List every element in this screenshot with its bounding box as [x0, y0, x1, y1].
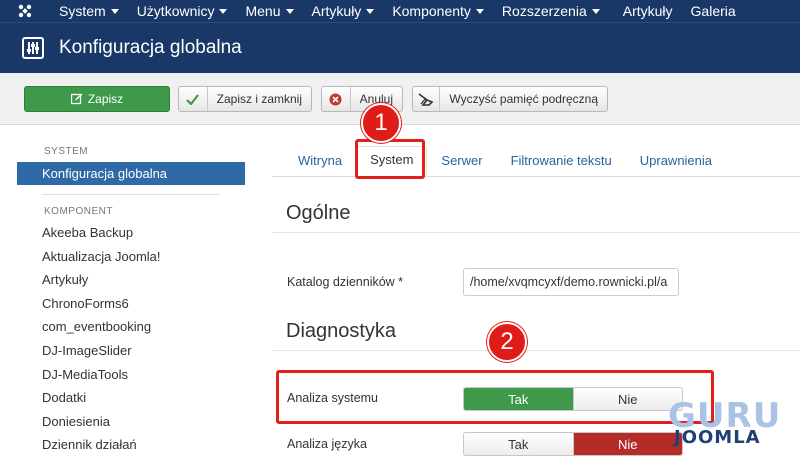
nav-articles-link[interactable]: Artykuły [609, 0, 682, 22]
tab-server[interactable]: Serwer [427, 146, 496, 176]
nav-menu[interactable]: Menu [236, 0, 302, 22]
nav-label: Galeria [690, 3, 736, 19]
sidebar-item[interactable]: Doniesienia [17, 410, 245, 434]
nav-label: Artykuły [311, 3, 362, 19]
tab-text-filters[interactable]: Filtrowanie tekstu [497, 146, 626, 176]
broom-icon [413, 87, 441, 111]
tab-site[interactable]: Witryna [284, 146, 356, 176]
log-directory-label: Katalog dzienników * [287, 275, 404, 289]
caret-down-icon [110, 8, 119, 14]
sidebar: SYSTEM Konfiguracja globalna KOMPONENT A… [17, 146, 245, 457]
config-tabs: Witryna System Serwer Filtrowanie tekstu… [284, 146, 726, 176]
tab-permissions[interactable]: Uprawnienia [626, 146, 726, 176]
sidebar-item[interactable]: com_eventbooking [17, 315, 245, 339]
highlight-box-system-tab [355, 139, 425, 179]
sidebar-component-list: Akeeba Backup Aktualizacja Joomla! Artyk… [17, 221, 245, 457]
section-title-general: Ogólne [286, 202, 351, 224]
sidebar-divider [42, 194, 220, 195]
sidebar-item[interactable]: Artykuły [17, 268, 245, 292]
edit-icon [70, 93, 83, 105]
cancel-circle-icon [322, 87, 351, 111]
language-debug-yes-option[interactable]: Tak [464, 433, 573, 455]
nav-gallery-link[interactable]: Galeria [682, 0, 745, 22]
sidebar-item[interactable]: ChronoForms6 [17, 292, 245, 316]
sidebar-item[interactable]: Aktualizacja Joomla! [17, 245, 245, 269]
sidebar-item[interactable]: DJ-ImageSlider [17, 339, 245, 363]
sidebar-heading-system: SYSTEM [44, 146, 89, 157]
joomla-logo-icon[interactable] [0, 0, 50, 22]
section-title-diagnostics: Diagnostyka [286, 320, 397, 342]
save-and-close-button[interactable]: Zapisz i zamknij [178, 86, 312, 112]
sidebar-item[interactable]: DJ-MediaTools [17, 363, 245, 387]
caret-down-icon [591, 8, 600, 14]
nav-label: Menu [245, 3, 281, 19]
step-badge-1: 1 [361, 103, 401, 143]
checkmark-icon [179, 87, 208, 111]
caret-down-icon [366, 8, 375, 14]
sidebar-item[interactable]: Akeeba Backup [17, 221, 245, 245]
nav-system[interactable]: System [50, 0, 128, 22]
section-divider [272, 350, 800, 351]
caret-down-icon [285, 8, 294, 14]
sidebar-heading-component: KOMPONENT [44, 206, 113, 217]
clear-cache-label: Wyczyść pamięć podręczną [449, 92, 598, 106]
caret-down-icon [219, 8, 228, 14]
top-navigation: System Użytkownicy Menu Artykuły Kompone… [0, 0, 800, 22]
nav-components[interactable]: Komponenty [383, 0, 493, 22]
title-bar: Konfiguracja globalna [0, 22, 800, 73]
sidebar-item[interactable]: Dodatki [17, 386, 245, 410]
sliders-icon [22, 37, 44, 59]
tabs-underline [272, 176, 800, 177]
sidebar-item[interactable]: Dziennik działań [17, 433, 245, 457]
nav-label: System [59, 3, 106, 19]
nav-label: Rozszerzenia [501, 3, 587, 19]
nav-articles[interactable]: Artykuły [303, 0, 384, 22]
clear-cache-button[interactable]: Wyczyść pamięć podręczną [412, 86, 608, 112]
section-divider [272, 232, 800, 233]
sidebar-item-global-configuration[interactable]: Konfiguracja globalna [17, 162, 245, 185]
nav-label: Artykuły [622, 3, 673, 19]
guru-joomla-watermark: GURU JOOMLA [664, 396, 780, 456]
save-label: Zapisz [87, 92, 124, 106]
nav-label: Użytkownicy [136, 3, 215, 19]
log-directory-input[interactable] [463, 268, 679, 296]
language-debug-toggle: Tak Nie [463, 432, 683, 456]
watermark-line2: JOOMLA [674, 427, 761, 448]
step-badge-2: 2 [487, 322, 527, 362]
save-button[interactable]: Zapisz [24, 86, 170, 112]
caret-down-icon [475, 8, 484, 14]
highlight-box-system-debug [276, 370, 714, 424]
nav-users[interactable]: Użytkownicy [128, 0, 237, 22]
language-debug-label: Analiza języka [287, 437, 367, 451]
nav-extensions[interactable]: Rozszerzenia [493, 0, 609, 22]
nav-label: Komponenty [392, 3, 471, 19]
page-title: Konfiguracja globalna [59, 37, 242, 58]
save-close-label: Zapisz i zamknij [216, 92, 302, 106]
